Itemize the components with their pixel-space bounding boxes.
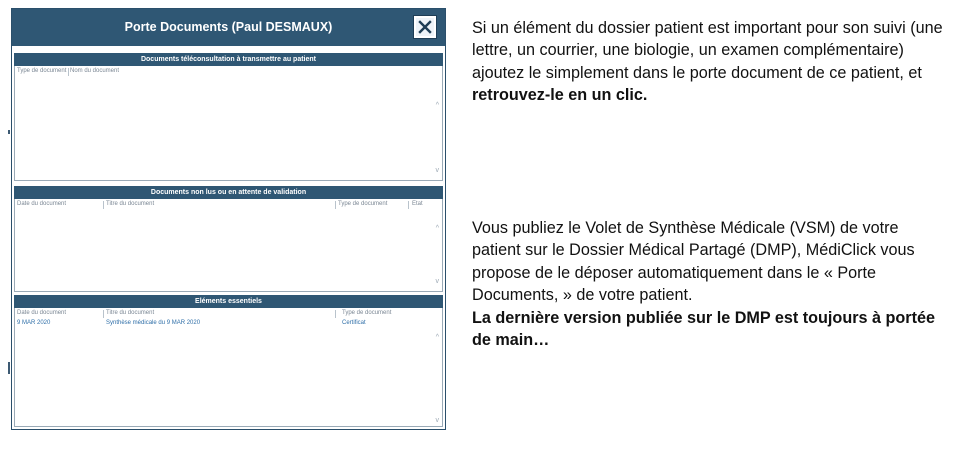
scroll-up-arrow[interactable]: ^ — [436, 225, 439, 232]
vsm-paragraph: Vous publiez le Volet de Synthèse Médica… — [472, 217, 942, 351]
document-list[interactable]: Type de document Nom du document ^ v — [14, 66, 443, 181]
column-separator — [408, 201, 409, 209]
scroll-down-arrow[interactable]: v — [436, 278, 440, 285]
document-list[interactable]: Date du document Titre du document Type … — [14, 199, 443, 292]
document-list[interactable]: Date du document Titre du document Type … — [14, 308, 443, 427]
column-separator — [103, 201, 104, 209]
dialog-titlebar: Porte Documents (Paul DESMAUX) — [12, 9, 445, 46]
column-separator — [103, 310, 104, 318]
close-icon — [418, 20, 432, 34]
column-header-title[interactable]: Titre du document — [106, 310, 154, 316]
section-header: Documents téléconsultation à transmettre… — [14, 53, 443, 66]
column-header-title[interactable]: Titre du document — [106, 201, 154, 207]
section-essential-elements: Eléments essentiels Date du document Tit… — [14, 295, 443, 427]
intro-paragraph: Si un élément du dossier patient est imp… — [472, 17, 950, 107]
section-teleconsultation-documents: Documents téléconsultation à transmettre… — [14, 53, 443, 181]
section-header: Documents non lus ou en attente de valid… — [14, 186, 443, 199]
scroll-down-arrow[interactable]: v — [436, 417, 440, 424]
vsm-highlight: La dernière version publiée sur le DMP e… — [472, 308, 935, 350]
left-edge-mark — [8, 130, 10, 134]
column-header-status[interactable]: Etat — [412, 201, 423, 207]
column-header-name[interactable]: Nom du document — [70, 68, 119, 74]
column-header-date[interactable]: Date du document — [17, 310, 66, 316]
section-header: Eléments essentiels — [14, 295, 443, 308]
column-header-type[interactable]: Type de document — [342, 310, 391, 316]
row-date: 9 MAR 2020 — [17, 320, 51, 326]
porte-documents-dialog: Porte Documents (Paul DESMAUX) Documents… — [11, 8, 446, 430]
column-separator — [335, 201, 336, 209]
column-header-type[interactable]: Type de document — [338, 201, 387, 207]
dialog-title: Porte Documents (Paul DESMAUX) — [124, 20, 333, 34]
section-unread-documents: Documents non lus ou en attente de valid… — [14, 186, 443, 292]
scroll-up-arrow[interactable]: ^ — [436, 334, 439, 341]
vsm-text: Vous publiez le Volet de Synthèse Médica… — [472, 219, 915, 305]
left-edge-mark — [8, 362, 10, 374]
close-button[interactable] — [413, 15, 437, 39]
column-separator — [68, 68, 69, 76]
intro-text: Si un élément du dossier patient est imp… — [472, 19, 943, 82]
scroll-down-arrow[interactable]: v — [436, 167, 440, 174]
column-header-type[interactable]: Type de document — [17, 68, 66, 74]
row-type: Certificat — [342, 320, 366, 326]
intro-highlight: retrouvez-le en un clic. — [472, 86, 648, 105]
row-title: Synthèse médicale du 9 MAR 2020 — [106, 320, 201, 326]
column-header-date[interactable]: Date du document — [17, 201, 66, 207]
column-separator — [335, 310, 336, 318]
scroll-up-arrow[interactable]: ^ — [436, 102, 439, 109]
